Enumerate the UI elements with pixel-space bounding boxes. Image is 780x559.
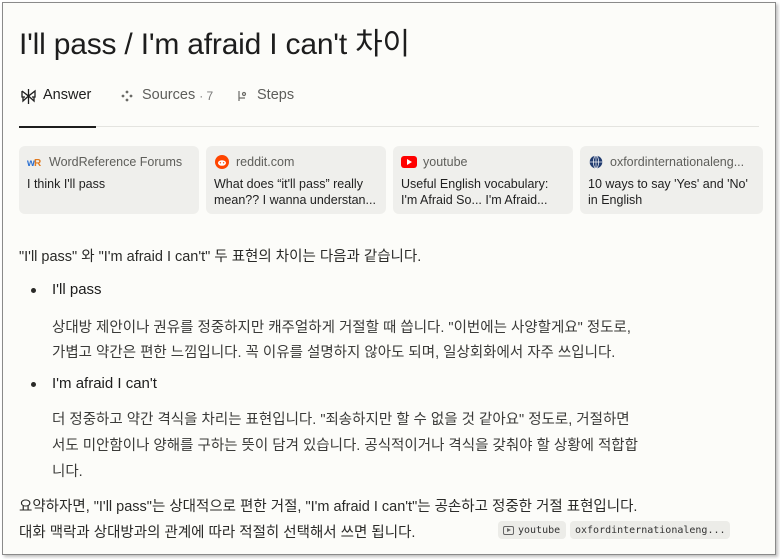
sources-icon [118,87,136,105]
source-cards: wR WordReference Forums I think I'll pas… [19,146,763,214]
bullet-title: I'm afraid I can't [52,375,157,392]
tab-bar: Answer Sources · 7 Steps [19,87,759,128]
source-card-oxford[interactable]: oxfordinternationaleng... 10 ways to say… [580,146,763,214]
video-icon [503,525,514,535]
bullet-line: 더 정중하고 약간 격식을 차리는 표현입니다. "죄송하지만 할 수 없을 것… [52,412,630,428]
bullet-line: 상대방 제안이나 권유를 정중하지만 캐주얼하게 거절할 때 씁니다. "이번에… [52,320,631,336]
bullet-title: I'll pass [52,281,102,298]
source-text-line: 10 ways to say 'Yes' and 'No' [588,177,748,191]
source-site: oxfordinternationaleng... [610,155,745,169]
summary-line: 대화 맥락과 상대방과의 관계에 따라 적절히 선택해서 쓰면 됩니다. [19,525,416,541]
citation-label: oxfordinternationaleng... [575,524,726,536]
wordreference-logo-icon: wR [27,155,43,169]
reddit-logo-icon [214,155,230,169]
page-title: I'll pass / I'm afraid I can't 차이 [19,28,410,61]
tab-answer[interactable]: Answer [19,87,96,128]
steps-icon [233,87,251,105]
tab-sources[interactable]: Sources · 7 [118,87,213,127]
globe-icon [588,155,604,169]
source-site: youtube [423,155,468,169]
bullet-line: 가볍고 약간은 편한 느낌입니다. 꼭 이유를 설명하지 않아도 되며, 일상회… [52,345,616,361]
citation-chip-youtube[interactable]: youtube [498,521,566,539]
sources-count: · 7 [199,89,214,103]
citation-label: youtube [518,524,561,536]
source-card-reddit[interactable]: reddit.com What does “it'll pass” really… [206,146,386,214]
answer-intro: "I'll pass" 와 "I'm afraid I can't" 두 표현의… [19,249,422,265]
perplexity-logo-icon [19,87,37,105]
source-site: reddit.com [236,155,295,169]
source-text-line: I think I'll pass [27,177,106,191]
source-card-youtube[interactable]: youtube Useful English vocabulary: I'm A… [393,146,573,214]
source-text-line: I'm Afraid So... I'm Afraid... [401,193,548,207]
summary-line: 요약하자면, "I'll pass"는 상대적으로 편한 거절, "I'm af… [19,499,638,515]
citation-chip-oxford[interactable]: oxfordinternationaleng... [570,521,730,539]
bullet-line: 니다. [52,464,83,480]
tab-sources-label: Sources [142,87,196,103]
answer-window: I'll pass / I'm afraid I can't 차이 Answer [2,2,776,555]
source-text-line: in English [588,193,643,207]
source-text-line: mean?? I wanna understan... [214,193,376,207]
tab-steps-label: Steps [257,87,295,103]
bullet-dot [31,382,36,387]
tab-answer-label: Answer [43,87,92,103]
source-card-wordreference[interactable]: wR WordReference Forums I think I'll pas… [19,146,199,214]
source-text-line: Useful English vocabulary: [401,177,549,191]
youtube-logo-icon [401,155,417,169]
bullet-line: 서도 미안함이나 양해를 구하는 뜻이 담겨 있습니다. 공식적이거나 격식을 … [52,438,638,454]
bullet-dot [31,288,36,293]
source-text-line: What does “it'll pass” really [214,177,363,191]
source-site: WordReference Forums [49,155,183,169]
tab-steps[interactable]: Steps [233,87,294,127]
svg-text:R: R [34,158,42,168]
